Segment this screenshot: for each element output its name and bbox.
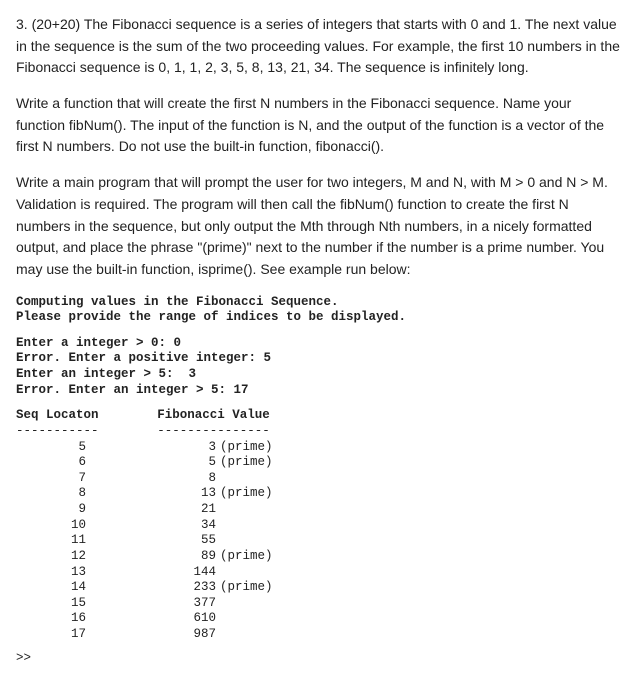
table-row: 11 55 (16, 533, 622, 549)
cell-prime-flag: (prime) (216, 580, 273, 596)
table-row: 15 377 (16, 596, 622, 612)
cell-fibonacci-value: 3 (166, 440, 216, 456)
problem-paragraph-1: 3. (20+20) The Fibonacci sequence is a s… (16, 14, 622, 79)
table-row: 12 89(prime) (16, 549, 622, 565)
table-row: 16 610 (16, 611, 622, 627)
cell-fibonacci-value: 21 (166, 502, 216, 518)
header-seq-locaton: Seq Locaton (16, 408, 126, 424)
output-dash-row: ----------- --------------- (16, 424, 622, 440)
cell-fibonacci-value: 233 (166, 580, 216, 596)
cell-seq-locaton: 16 (16, 611, 86, 627)
table-row: 13 144 (16, 565, 622, 581)
cell-prime-flag: (prime) (216, 549, 273, 565)
cell-fibonacci-value: 34 (166, 518, 216, 534)
problem-paragraph-3: Write a main program that will prompt th… (16, 172, 622, 280)
console-prompts: Enter a integer > 0: 0 Error. Enter a po… (16, 336, 622, 399)
output-header-row: Seq Locaton Fibonacci Value (16, 408, 622, 424)
cell-seq-locaton: 14 (16, 580, 86, 596)
cell-fibonacci-value: 89 (166, 549, 216, 565)
cell-fibonacci-value: 55 (166, 533, 216, 549)
cell-prime-flag: (prime) (216, 455, 273, 471)
cell-fibonacci-value: 8 (166, 471, 216, 487)
cell-seq-locaton: 9 (16, 502, 86, 518)
cell-fibonacci-value: 144 (166, 565, 216, 581)
cell-seq-locaton: 13 (16, 565, 86, 581)
table-row: 78 (16, 471, 622, 487)
cell-fibonacci-value: 610 (166, 611, 216, 627)
table-row: 14 233(prime) (16, 580, 622, 596)
table-row: 10 34 (16, 518, 622, 534)
cell-fibonacci-value: 5 (166, 455, 216, 471)
cell-seq-locaton: 12 (16, 549, 86, 565)
cell-seq-locaton: 7 (16, 471, 86, 487)
cell-seq-locaton: 5 (16, 440, 86, 456)
output-data-rows: 53(prime)65(prime)78813(prime)9211034115… (16, 440, 622, 643)
cell-seq-locaton: 6 (16, 455, 86, 471)
cell-seq-locaton: 17 (16, 627, 86, 643)
table-row: 8 13(prime) (16, 486, 622, 502)
dash-seq: ----------- (16, 424, 126, 440)
cell-seq-locaton: 8 (16, 486, 86, 502)
table-row: 9 21 (16, 502, 622, 518)
cell-prime-flag: (prime) (216, 486, 273, 502)
cell-seq-locaton: 10 (16, 518, 86, 534)
header-fibonacci-value: Fibonacci Value (134, 408, 294, 424)
dash-val: --------------- (134, 424, 294, 440)
cell-fibonacci-value: 987 (166, 627, 216, 643)
cell-fibonacci-value: 13 (166, 486, 216, 502)
console-intro: Computing values in the Fibonacci Sequen… (16, 295, 622, 326)
cell-fibonacci-value: 377 (166, 596, 216, 612)
prompt-cursor: >> (16, 649, 622, 668)
cell-seq-locaton: 15 (16, 596, 86, 612)
problem-paragraph-2: Write a function that will create the fi… (16, 93, 622, 158)
table-row: 6 5(prime) (16, 455, 622, 471)
cell-seq-locaton: 11 (16, 533, 86, 549)
table-row: 5 3(prime) (16, 440, 622, 456)
cell-prime-flag: (prime) (216, 440, 273, 456)
table-row: 17 987 (16, 627, 622, 643)
